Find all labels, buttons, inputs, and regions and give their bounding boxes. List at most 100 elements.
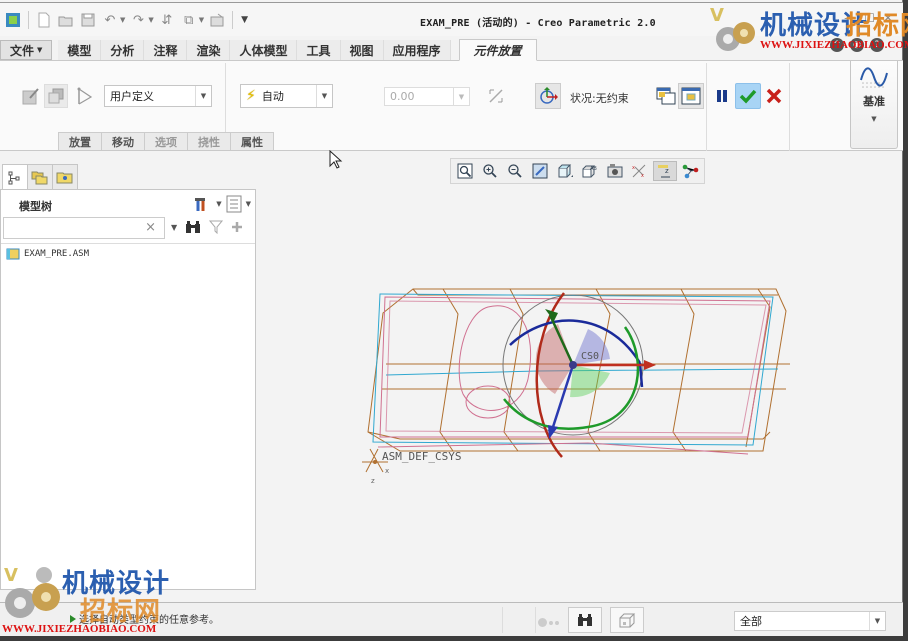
- separate-window-icon[interactable]: [655, 85, 677, 107]
- zoom-in-icon[interactable]: [478, 161, 502, 181]
- undo-dropdown-icon[interactable]: ▼: [120, 16, 125, 24]
- ribbon-panel: 用户定义 ▼ ⚡ 自动 ▼ 0.00 ▼ 状况:无约束 基准 ▼ 放置 移动 选…: [0, 61, 903, 151]
- tree-item-assembly[interactable]: EXAM_PRE.ASM: [6, 248, 89, 260]
- constraint-set-select[interactable]: 用户定义 ▼: [104, 85, 212, 107]
- dragger-sector-green: [570, 365, 610, 398]
- clear-search-icon[interactable]: ×: [145, 220, 156, 235]
- redo-icon[interactable]: ↷: [129, 12, 147, 28]
- chevron-down-icon: ▼: [453, 88, 469, 105]
- find-button[interactable]: [568, 607, 602, 633]
- subtab-flexibility[interactable]: 挠性: [187, 132, 231, 150]
- subtab-placement[interactable]: 放置: [58, 132, 102, 150]
- binoculars-icon[interactable]: [185, 220, 201, 234]
- spin-center-icon[interactable]: z: [653, 161, 677, 181]
- chevron-down-icon[interactable]: ▼: [246, 200, 251, 208]
- dragger-ring-green: [503, 326, 640, 430]
- annotation-display-icon[interactable]: [678, 161, 702, 181]
- selection-filter-select[interactable]: 全部 ▼: [734, 611, 886, 631]
- wire-right-end: [745, 288, 771, 448]
- tab-component-placement[interactable]: 元件放置: [458, 39, 537, 61]
- datum-group-button[interactable]: 基准 ▼: [850, 61, 898, 149]
- tab-favorites[interactable]: [52, 164, 78, 189]
- new-icon[interactable]: [35, 12, 53, 28]
- graphics-viewport[interactable]: CS0 ASM_DEF_CSYS x z: [258, 189, 903, 601]
- accept-button[interactable]: [735, 83, 761, 109]
- app-icon[interactable]: [4, 12, 22, 28]
- wire-pink-hole: [465, 385, 511, 419]
- collapse-ribbon-icon[interactable]: ^: [830, 38, 844, 52]
- filter-icon[interactable]: [209, 220, 224, 234]
- mouse-cursor-icon: [329, 150, 343, 169]
- connect-type-icon[interactable]: [44, 84, 68, 108]
- help-icon[interactable]: ?: [870, 38, 884, 52]
- cancel-button[interactable]: [763, 85, 785, 107]
- offset-input[interactable]: 0.00 ▼: [384, 87, 470, 106]
- tab-render[interactable]: 渲染: [187, 40, 231, 60]
- selection-box-button[interactable]: [610, 607, 644, 633]
- model-tree-title: 模型树: [19, 200, 52, 213]
- status-bar: 选择自动类型约束的任意参考。 全部 ▼: [0, 602, 903, 636]
- save-icon[interactable]: [79, 12, 97, 28]
- datum-curve-icon: [860, 67, 888, 88]
- zoom-out-icon[interactable]: [503, 161, 527, 181]
- regenerate-icon[interactable]: ⇵: [158, 12, 176, 28]
- tab-folder-browser[interactable]: [27, 164, 53, 189]
- tab-tools[interactable]: 工具: [297, 40, 341, 60]
- display-style-icon[interactable]: [553, 161, 577, 181]
- ribbon-subtabs: 放置 移动 选项 挠性 属性: [58, 132, 274, 150]
- datum-display-icon[interactable]: xx: [628, 161, 652, 181]
- model-tree-search-input[interactable]: ×: [3, 217, 165, 239]
- tab-model[interactable]: 模型: [58, 40, 102, 60]
- tab-applications[interactable]: 应用程序: [383, 40, 451, 60]
- close-window-icon[interactable]: [208, 12, 226, 28]
- open-icon[interactable]: [57, 12, 75, 28]
- tab-file[interactable]: 文件 ▼: [0, 40, 53, 60]
- search-options-dropdown-icon[interactable]: ▼: [171, 223, 177, 232]
- model-tree-panel: 模型树 ▼ ▼ × ▼ EXAM_PRE.ASM: [0, 189, 256, 590]
- view-manager-icon[interactable]: [603, 161, 627, 181]
- refit-icon[interactable]: [453, 161, 477, 181]
- axis-label-z: z: [371, 477, 375, 485]
- tab-model-tree[interactable]: [2, 164, 28, 190]
- redo-dropdown-icon[interactable]: ▼: [148, 16, 153, 24]
- show-list-icon[interactable]: [226, 195, 242, 213]
- creo-window: ↶ ▼ ↷ ▼ ⇵ ⧉ ▼ ▼ EXAM_PRE (活动的) - Creo Param…: [0, 0, 908, 636]
- tab-annotate[interactable]: 注释: [144, 40, 188, 60]
- subtab-properties[interactable]: 属性: [230, 132, 274, 150]
- subtab-options[interactable]: 选项: [144, 132, 188, 150]
- graphics-toolbar: AB xx z: [450, 158, 705, 184]
- minimize-icon[interactable]: —: [844, 11, 856, 25]
- tab-manikin[interactable]: 人体模型: [230, 40, 298, 60]
- settings-tools-icon[interactable]: [192, 195, 212, 213]
- help-icons: ^ ◉ ?: [830, 38, 884, 52]
- tab-analysis[interactable]: 分析: [101, 40, 145, 60]
- tab-view[interactable]: 视图: [340, 40, 384, 60]
- flip-offset-icon[interactable]: [485, 85, 507, 107]
- windows-icon[interactable]: ⧉: [180, 12, 198, 28]
- flip-constraint-icon[interactable]: [74, 85, 96, 107]
- status-message: 选择自动类型约束的任意参考。: [70, 611, 219, 626]
- add-icon[interactable]: [231, 221, 243, 233]
- quick-access-toolbar: ↶ ▼ ↷ ▼ ⇵ ⧉ ▼ ▼: [4, 11, 248, 29]
- dragger-arrow-red: [644, 360, 656, 370]
- undo-icon[interactable]: ↶: [101, 12, 119, 28]
- maximize-icon[interactable]: ☐: [864, 11, 875, 25]
- window-title: EXAM_PRE (活动的) - Creo Parametric 2.0: [420, 18, 656, 29]
- chevron-down-icon[interactable]: ▼: [216, 200, 221, 208]
- repaint-icon[interactable]: [528, 161, 552, 181]
- constraint-type-select[interactable]: ⚡ 自动 ▼: [240, 84, 333, 108]
- chevron-down-icon: ▼: [37, 46, 43, 54]
- constraint-status: 状况:无约束: [570, 92, 629, 105]
- subtab-move[interactable]: 移动: [101, 132, 145, 150]
- saved-views-icon[interactable]: AB: [578, 161, 602, 181]
- user-defined-set-icon[interactable]: [20, 85, 42, 107]
- customize-qat-icon[interactable]: ▼: [241, 15, 248, 25]
- community-icon[interactable]: ◉: [850, 38, 864, 52]
- pause-button[interactable]: [711, 85, 733, 107]
- svg-text:AB: AB: [590, 166, 597, 172]
- move-constraint-icon[interactable]: [535, 83, 561, 109]
- wire-top-edge: [412, 288, 778, 296]
- close-icon[interactable]: ✕: [883, 11, 893, 25]
- windows-dropdown-icon[interactable]: ▼: [199, 16, 204, 24]
- assembly-window-icon[interactable]: [678, 83, 704, 109]
